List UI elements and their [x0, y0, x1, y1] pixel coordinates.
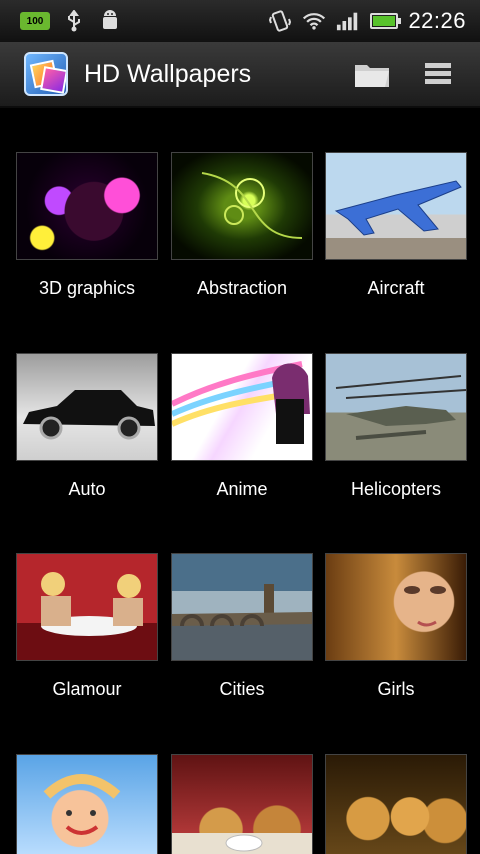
- category-tile-auto[interactable]: Auto: [16, 353, 158, 499]
- category-thumbnail: [171, 353, 313, 461]
- category-tile-aircraft[interactable]: Aircraft: [325, 152, 467, 298]
- category-label: Anime: [216, 479, 268, 499]
- category-label: Auto: [68, 479, 106, 499]
- category-label: Abstraction: [196, 278, 288, 298]
- category-label: Helicopters: [350, 479, 442, 499]
- category-thumbnail: [325, 152, 467, 260]
- category-tile-girls[interactable]: Girls: [325, 553, 467, 699]
- battery-icon: [370, 13, 402, 29]
- action-bar: HD Wallpapers: [0, 42, 480, 108]
- category-label: Girls: [377, 679, 415, 699]
- category-tile-helicopters[interactable]: Helicopters: [325, 353, 467, 499]
- category-thumbnail: [171, 152, 313, 260]
- android-debug-icon: [98, 9, 122, 33]
- menu-button[interactable]: [418, 54, 458, 94]
- category-tile-abstraction[interactable]: Abstraction: [171, 152, 313, 298]
- category-thumbnail: [171, 754, 313, 854]
- vibrate-icon: [268, 9, 292, 33]
- folder-button[interactable]: [352, 54, 392, 94]
- category-label: Cities: [219, 679, 265, 699]
- category-label: Glamour: [52, 679, 122, 699]
- clock: 22:26: [408, 8, 466, 33]
- category-tile-pets[interactable]: [325, 754, 467, 854]
- folder-icon: [355, 65, 389, 87]
- category-thumbnail: [16, 152, 158, 260]
- category-tile-food[interactable]: [171, 754, 313, 854]
- category-thumbnail: [325, 553, 467, 661]
- category-tile-cities[interactable]: Cities: [171, 553, 313, 699]
- wifi-icon: [302, 9, 326, 33]
- category-thumbnail: [16, 553, 158, 661]
- category-tile-kids[interactable]: [16, 754, 158, 854]
- category-thumbnail: [325, 754, 467, 854]
- category-thumbnail: [16, 754, 158, 854]
- category-thumbnail: [16, 353, 158, 461]
- category-label: 3D graphics: [38, 278, 136, 298]
- category-thumbnail: [325, 353, 467, 461]
- signal-strength-icon: [336, 9, 360, 33]
- app-logo-icon[interactable]: [24, 52, 68, 96]
- category-tile-anime[interactable]: Anime: [171, 353, 313, 499]
- usb-icon: [62, 9, 86, 33]
- battery-level-badge: 100: [20, 12, 50, 30]
- app-title: HD Wallpapers: [84, 59, 252, 88]
- category-tile-3d-graphics[interactable]: 3D graphics: [16, 152, 158, 298]
- status-bar: 100 22:26: [0, 0, 480, 42]
- category-tile-glamour[interactable]: Glamour: [16, 553, 158, 699]
- category-label: Aircraft: [367, 278, 425, 298]
- menu-list-icon: [425, 63, 451, 84]
- category-thumbnail: [171, 553, 313, 661]
